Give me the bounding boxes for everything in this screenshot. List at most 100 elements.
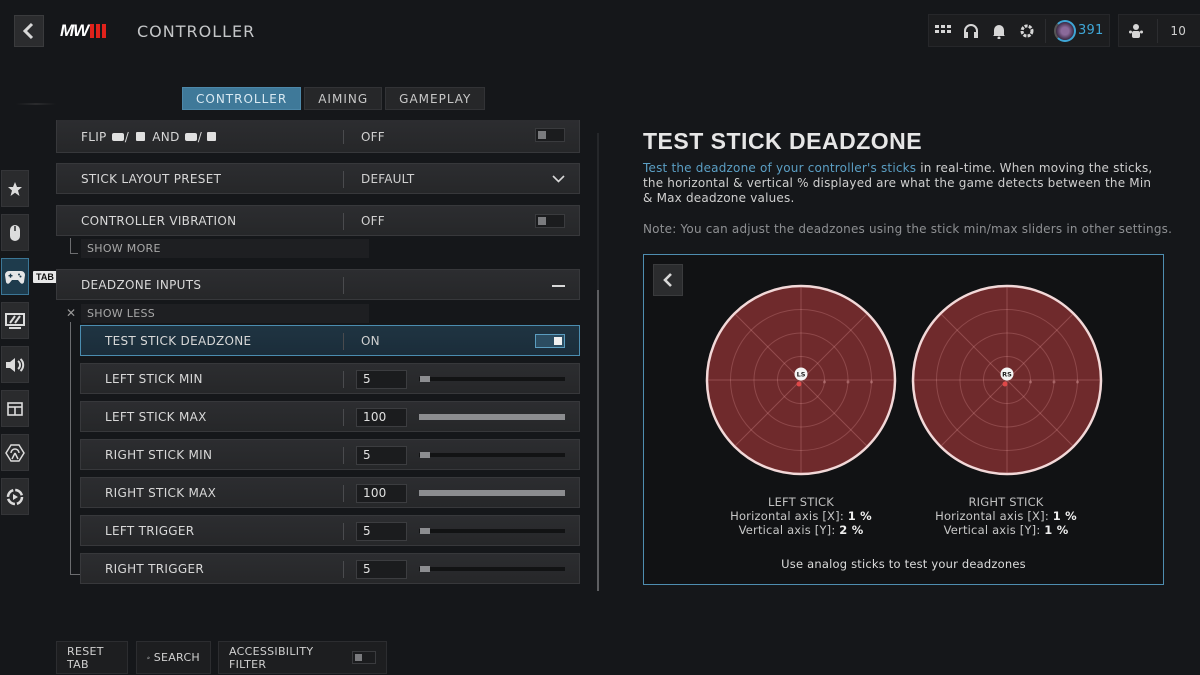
tree-connector <box>70 322 71 574</box>
slider-value-input[interactable]: 100 <box>356 484 407 503</box>
show-more-link[interactable]: SHOW MORE <box>81 239 369 258</box>
show-less-link[interactable]: SHOW LESS <box>81 304 369 323</box>
side-nav-audio[interactable] <box>1 346 29 383</box>
slider-value-input[interactable]: 5 <box>356 370 407 389</box>
side-nav-interface[interactable] <box>1 390 29 427</box>
back-button[interactable] <box>14 15 44 47</box>
setting-row-flip[interactable]: FLIP / AND / OFF <box>56 120 580 153</box>
side-nav-replay[interactable] <box>1 478 29 515</box>
logo-mw-text: MW <box>60 21 89 40</box>
side-nav-graphics[interactable] <box>1 302 29 339</box>
detail-description-highlight: Test the deadzone of your controller's s… <box>643 161 917 175</box>
axis-label: Vertical axis [Y]: <box>738 523 840 537</box>
row-divider <box>343 447 344 464</box>
row-divider <box>343 130 344 144</box>
slider-value-input[interactable]: 5 <box>356 560 407 579</box>
scrollbar-thumb[interactable] <box>597 290 599 591</box>
test-back-button[interactable] <box>653 264 683 296</box>
setting-row-slider[interactable]: LEFT STICK MIN 5 <box>80 363 580 394</box>
setting-label: LEFT TRIGGER <box>105 523 195 538</box>
lt-button-icon <box>136 132 146 141</box>
detail-note: Note: You can adjust the deadzones using… <box>643 222 1173 236</box>
row-divider <box>343 561 344 578</box>
slider-handle[interactable] <box>420 376 430 382</box>
flip-label-prefix: FLIP <box>81 130 107 144</box>
setting-label: TEST STICK DEADZONE <box>105 333 252 348</box>
side-nav-network[interactable] <box>1 434 29 471</box>
slider-handle[interactable] <box>420 528 430 534</box>
slider-track[interactable] <box>419 414 565 420</box>
slider-track[interactable] <box>419 566 565 572</box>
setting-label: RIGHT STICK MIN <box>105 447 213 462</box>
slider-track[interactable] <box>419 528 565 534</box>
chevron-left-icon <box>22 22 34 40</box>
tab-aiming[interactable]: AIMING <box>304 87 383 110</box>
slider-track[interactable] <box>419 452 565 458</box>
toolbar-divider <box>1045 18 1046 43</box>
accessibility-filter-button[interactable]: ACCESSIBILITY FILTER <box>218 641 387 674</box>
stick-origin-marker <box>796 381 802 387</box>
bell-icon[interactable] <box>985 14 1013 47</box>
slider-value-input[interactable]: 5 <box>356 522 407 541</box>
setting-row-stick-layout[interactable]: STICK LAYOUT PRESET DEFAULT <box>56 163 580 194</box>
slider-value-input[interactable]: 100 <box>356 408 407 427</box>
test-stick-toggle[interactable] <box>535 334 565 348</box>
setting-row-vibration[interactable]: CONTROLLER VIBRATION OFF <box>56 205 580 236</box>
setting-value: DEFAULT <box>361 171 415 186</box>
side-nav-favorites[interactable] <box>1 170 29 207</box>
flip-toggle[interactable] <box>535 128 565 142</box>
right-stick-horizontal: Horizontal axis [X]: 1 % <box>906 509 1106 523</box>
tab-controller[interactable]: CONTROLLER <box>182 87 302 110</box>
lb-button-icon <box>111 133 124 141</box>
search-button[interactable]: SEARCH <box>136 641 211 674</box>
axis-value: 2 % <box>839 523 864 537</box>
display-icon <box>5 312 25 329</box>
deadzone-tick <box>846 380 850 384</box>
reset-tab-button[interactable]: RESET TAB <box>56 641 128 674</box>
detail-title: TEST STICK DEADZONE <box>643 128 923 154</box>
stick-test-panel: LS RS LEFT STICK Horizontal axis [X]: 1 … <box>643 254 1164 585</box>
gear-icon[interactable] <box>1013 14 1041 47</box>
tree-connector <box>70 574 80 575</box>
setting-label: LEFT STICK MAX <box>105 409 207 424</box>
slider-value-input[interactable]: 5 <box>356 446 407 465</box>
setting-value: ON <box>361 333 380 348</box>
side-nav-controller[interactable] <box>1 258 29 295</box>
left-stick-vertical: Vertical axis [Y]: 2 % <box>701 523 901 537</box>
setting-row-slider[interactable]: LEFT TRIGGER 5 <box>80 515 580 546</box>
slider-track[interactable] <box>419 376 565 382</box>
tab-gameplay[interactable]: GAMEPLAY <box>385 87 486 110</box>
test-hint: Use analog sticks to test your deadzones <box>781 557 1026 571</box>
setting-label: RIGHT STICK MAX <box>105 485 217 500</box>
setting-label: CONTROLLER VIBRATION <box>81 213 237 228</box>
network-icon <box>5 443 25 462</box>
setting-row-slider[interactable]: RIGHT TRIGGER 5 <box>80 553 580 584</box>
settings-scrollbar[interactable] <box>597 133 599 591</box>
party-group[interactable]: 10 <box>1118 14 1200 47</box>
vibration-toggle[interactable] <box>535 214 565 228</box>
setting-row-slider[interactable]: LEFT STICK MAX 100 <box>80 401 580 432</box>
grid-menu-icon[interactable] <box>929 14 957 47</box>
setting-row-slider[interactable]: RIGHT STICK MAX 100 <box>80 477 580 508</box>
setting-row-test-stick-deadzone[interactable]: TEST STICK DEADZONE ON <box>80 325 580 356</box>
slider-track[interactable] <box>419 490 565 496</box>
setting-row-slider[interactable]: RIGHT STICK MIN 5 <box>80 439 580 470</box>
accessibility-filter-toggle[interactable] <box>352 651 376 664</box>
row-divider <box>343 523 344 540</box>
close-icon[interactable]: ✕ <box>66 306 76 320</box>
row-divider <box>343 213 344 230</box>
party-icon <box>1119 14 1153 47</box>
star-icon <box>8 181 22 196</box>
side-nav-mouse[interactable] <box>1 214 29 251</box>
tree-connector <box>70 253 78 254</box>
right-stick-name: RIGHT STICK <box>968 495 1044 509</box>
axis-label: Vertical axis [Y]: <box>943 523 1045 537</box>
player-level[interactable]: 391 <box>1050 19 1109 42</box>
slider-handle[interactable] <box>420 452 430 458</box>
headset-icon[interactable] <box>957 14 985 47</box>
setting-row-deadzone-inputs[interactable]: DEADZONE INPUTS <box>56 269 580 300</box>
toolbar-divider <box>1157 18 1159 43</box>
slider-handle[interactable] <box>420 566 430 572</box>
reset-tab-label: RESET TAB <box>67 644 104 671</box>
search-icon <box>147 656 150 659</box>
